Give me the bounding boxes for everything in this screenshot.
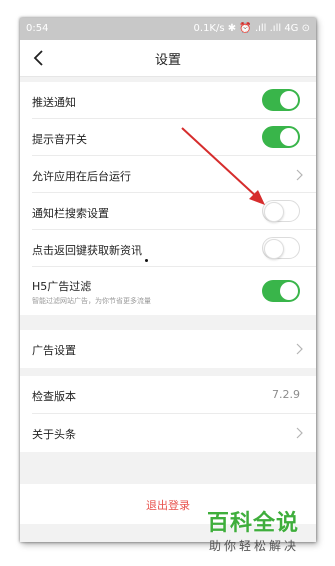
setting-label: 关于头条 bbox=[32, 428, 76, 441]
toggle-knob bbox=[264, 202, 284, 222]
watermark-title: 百科全说 bbox=[207, 511, 300, 536]
chevron-right-icon bbox=[296, 169, 303, 181]
chevron-right-icon bbox=[296, 343, 303, 355]
setting-label: 广告设置 bbox=[32, 344, 76, 357]
setting-label: 检查版本 bbox=[32, 390, 76, 403]
nav-bar: 设置 bbox=[20, 40, 316, 77]
toggle-knob bbox=[280, 282, 298, 300]
page-title: 设置 bbox=[154, 53, 181, 68]
setting-background-run[interactable]: 允许应用在后台运行 bbox=[20, 156, 316, 193]
watermark-logo: 百科全说 助你轻松解决 bbox=[205, 505, 330, 561]
setting-ad-settings[interactable]: 广告设置 bbox=[20, 330, 316, 368]
setting-label: 允许应用在后台运行 bbox=[32, 170, 131, 183]
version-value: 7.2.9 bbox=[272, 388, 300, 401]
setting-label: 提示音开关 bbox=[32, 133, 87, 146]
setting-h5-ad-filter[interactable]: H5广告过滤 智能过滤网站广告，为你节省更多流量 bbox=[20, 267, 316, 315]
push-notification-toggle[interactable] bbox=[262, 89, 300, 111]
setting-check-version[interactable]: 检查版本 7.2.9 bbox=[20, 376, 316, 414]
setting-label: 点击返回键获取新资讯 bbox=[32, 244, 142, 257]
sound-switch-toggle[interactable] bbox=[262, 126, 300, 148]
phone-screen: 0:54 0.1K/s ✱ ⏰ .ıll .ıll 4G ⊙ 设置 推送通知 提… bbox=[20, 18, 316, 542]
h5-ad-filter-toggle[interactable] bbox=[262, 280, 300, 302]
setting-push-notification[interactable]: 推送通知 bbox=[20, 82, 316, 119]
toggle-knob bbox=[280, 91, 298, 109]
back-refresh-toggle[interactable] bbox=[262, 237, 300, 259]
status-bar: 0:54 0.1K/s ✱ ⏰ .ıll .ıll 4G ⊙ bbox=[20, 18, 316, 40]
setting-label: 通知栏搜索设置 bbox=[32, 207, 109, 220]
watermark-subtitle: 助你轻松解决 bbox=[209, 539, 300, 553]
status-indicators: 0.1K/s ✱ ⏰ .ıll .ıll 4G ⊙ bbox=[193, 23, 310, 34]
setting-about[interactable]: 关于头条 bbox=[20, 414, 316, 452]
notif-bar-search-toggle[interactable] bbox=[262, 200, 300, 222]
setting-back-refresh[interactable]: 点击返回键获取新资讯 bbox=[20, 230, 316, 267]
status-time: 0:54 bbox=[26, 23, 49, 34]
chevron-right-icon bbox=[296, 427, 303, 439]
touch-dot bbox=[145, 259, 148, 262]
toggle-knob bbox=[280, 128, 298, 146]
setting-label: 推送通知 bbox=[32, 96, 76, 109]
setting-label: H5广告过滤 bbox=[32, 280, 92, 293]
setting-notif-bar-search[interactable]: 通知栏搜索设置 bbox=[20, 193, 316, 230]
setting-sound-switch[interactable]: 提示音开关 bbox=[20, 119, 316, 156]
toggle-knob bbox=[264, 239, 284, 259]
setting-description: 智能过滤网站广告，为你节省更多流量 bbox=[32, 297, 151, 305]
